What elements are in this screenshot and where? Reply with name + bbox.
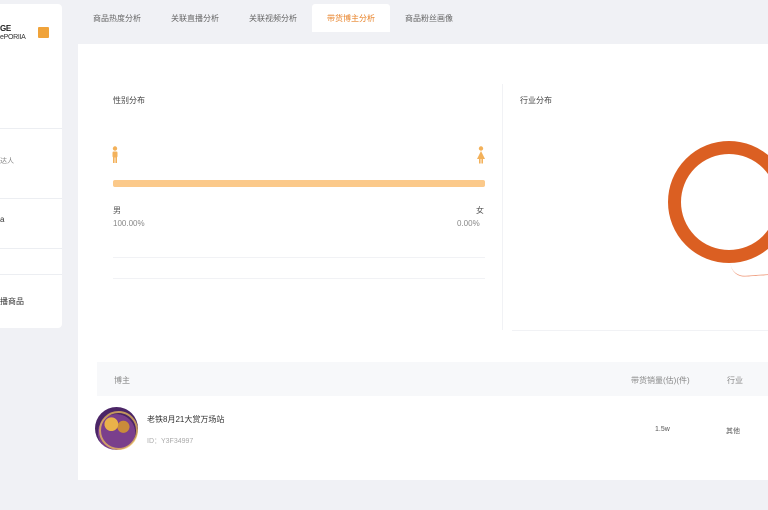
col-industry: 行业 (727, 376, 743, 385)
tab-related-video[interactable]: 关联视频分析 (234, 4, 312, 32)
grid-line (113, 278, 485, 279)
male-label: 男 (113, 206, 121, 215)
tab-blogger-analysis[interactable]: 带货博主分析 (312, 4, 390, 32)
grid-line (512, 330, 768, 331)
sidebar-divider (0, 128, 62, 129)
blogger-id: ID：Y3F34997 (147, 438, 194, 445)
grid-line (113, 257, 485, 258)
blogger-avatar[interactable] (95, 407, 138, 450)
male-value: 100.00% (113, 219, 145, 228)
gender-ratio-bar (113, 180, 485, 187)
sidebar-item-2[interactable]: a (0, 215, 4, 224)
sidebar-divider (0, 248, 62, 249)
section-divider (502, 84, 503, 330)
female-value: 0.00% (457, 219, 480, 228)
app-logo: GE ePORIIA (0, 24, 26, 41)
col-sales[interactable]: 带货销量(估)(件) (631, 375, 690, 386)
sales-value: 1.5w (655, 426, 670, 433)
tab-bar: 商品热度分析 关联直播分析 关联视频分析 带货博主分析 商品粉丝画像 (78, 4, 468, 32)
sidebar-divider (0, 198, 62, 199)
tab-related-live[interactable]: 关联直播分析 (156, 4, 234, 32)
sidebar: GE ePORIIA 达人 a 播商品 (0, 4, 62, 328)
blogger-name[interactable]: 老铁8月21大赏万场站 (147, 414, 224, 425)
sidebar-item-1[interactable]: 达人 (0, 156, 14, 166)
industry-value: 其他 (726, 428, 740, 435)
female-icon (477, 146, 485, 164)
sidebar-divider (0, 274, 62, 275)
industry-title: 行业分布 (520, 96, 552, 105)
tab-fan-profile[interactable]: 商品粉丝画像 (390, 4, 468, 32)
male-icon (112, 146, 118, 163)
tab-product-heat[interactable]: 商品热度分析 (78, 4, 156, 32)
female-label: 女 (476, 206, 484, 215)
gender-title: 性别分布 (113, 96, 145, 105)
logo-badge-icon (38, 27, 49, 38)
sidebar-item-3[interactable]: 播商品 (0, 296, 24, 307)
col-blogger: 博主 (114, 376, 130, 385)
